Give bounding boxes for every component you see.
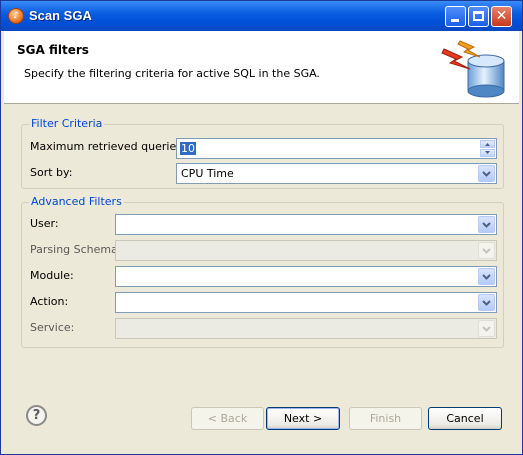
cancel-button[interactable]: Cancel bbox=[428, 407, 502, 430]
action-combo[interactable] bbox=[115, 292, 497, 313]
title-bar[interactable]: ♪ Scan SGA ✕ bbox=[1, 1, 522, 31]
spin-down-icon bbox=[485, 151, 490, 154]
sort-by-dropdown-button[interactable] bbox=[478, 165, 495, 182]
chevron-down-icon bbox=[482, 300, 491, 306]
spin-down-button[interactable] bbox=[480, 149, 495, 157]
close-button[interactable]: ✕ bbox=[491, 6, 512, 27]
action-dropdown-button[interactable] bbox=[478, 294, 495, 311]
window-title: Scan SGA bbox=[29, 8, 92, 23]
spin-up-icon bbox=[485, 143, 490, 146]
filter-criteria-legend: Filter Criteria bbox=[29, 117, 105, 130]
back-button: < Back bbox=[191, 407, 264, 430]
user-combo[interactable] bbox=[115, 214, 497, 235]
chevron-down-icon bbox=[482, 171, 491, 177]
service-combo bbox=[115, 318, 497, 339]
maximize-icon bbox=[473, 11, 484, 21]
sga-database-icon bbox=[441, 40, 505, 98]
finish-button: Finish bbox=[349, 407, 422, 430]
service-dropdown-button bbox=[478, 320, 495, 337]
module-combo[interactable] bbox=[115, 266, 497, 287]
filter-criteria-group: Filter Criteria Maximum retrieved querie… bbox=[21, 117, 504, 189]
sort-by-combo[interactable]: CPU Time bbox=[176, 163, 497, 184]
advanced-filters-legend: Advanced Filters bbox=[29, 195, 124, 208]
app-icon: ♪ bbox=[8, 8, 24, 24]
minimize-button[interactable] bbox=[445, 6, 466, 27]
parsing-schema-label: Parsing Schema: bbox=[30, 243, 122, 256]
help-icon[interactable]: ? bbox=[26, 405, 47, 426]
action-label: Action: bbox=[30, 295, 69, 308]
module-label: Module: bbox=[30, 269, 74, 282]
sort-by-value: CPU Time bbox=[181, 167, 234, 180]
page-title: SGA filters bbox=[17, 43, 89, 57]
max-queries-value-text: 10 bbox=[180, 142, 196, 155]
chevron-down-icon bbox=[482, 274, 491, 280]
minimize-icon bbox=[451, 19, 459, 22]
service-label: Service: bbox=[30, 321, 75, 334]
max-queries-label-text: Maximum retrieved queries: bbox=[30, 140, 186, 153]
maximize-button[interactable] bbox=[468, 6, 489, 27]
spin-up-button[interactable] bbox=[480, 140, 495, 148]
next-button[interactable]: Next > bbox=[266, 407, 340, 430]
chevron-down-icon bbox=[482, 248, 491, 254]
max-queries-spinner[interactable]: 10 bbox=[176, 138, 497, 159]
close-icon: ✕ bbox=[495, 8, 508, 24]
page-description: Specify the filtering criteria for activ… bbox=[24, 67, 320, 80]
parsing-schema-combo bbox=[115, 240, 497, 261]
button-bar: ? < Back Next > Finish Cancel bbox=[4, 393, 519, 453]
chevron-down-icon bbox=[482, 326, 491, 332]
user-label: User: bbox=[30, 217, 59, 230]
sort-by-label: Sort by: bbox=[30, 166, 73, 179]
wizard-banner: SGA filters Specify the filtering criter… bbox=[4, 31, 519, 104]
user-dropdown-button[interactable] bbox=[478, 216, 495, 233]
module-dropdown-button[interactable] bbox=[478, 268, 495, 285]
advanced-filters-group: Advanced Filters User: Parsing Schema: M… bbox=[21, 195, 504, 348]
max-queries-value[interactable]: 10 bbox=[180, 142, 196, 155]
scan-sga-dialog: ♪ Scan SGA ✕ SGA filters Specify the fil… bbox=[0, 0, 523, 455]
max-queries-label: Maximum retrieved queries:i bbox=[30, 140, 195, 153]
parsing-schema-dropdown-button bbox=[478, 242, 495, 259]
wizard-content: Filter Criteria Maximum retrieved querie… bbox=[4, 104, 519, 389]
spinner-controls[interactable] bbox=[480, 140, 495, 157]
chevron-down-icon bbox=[482, 222, 491, 228]
